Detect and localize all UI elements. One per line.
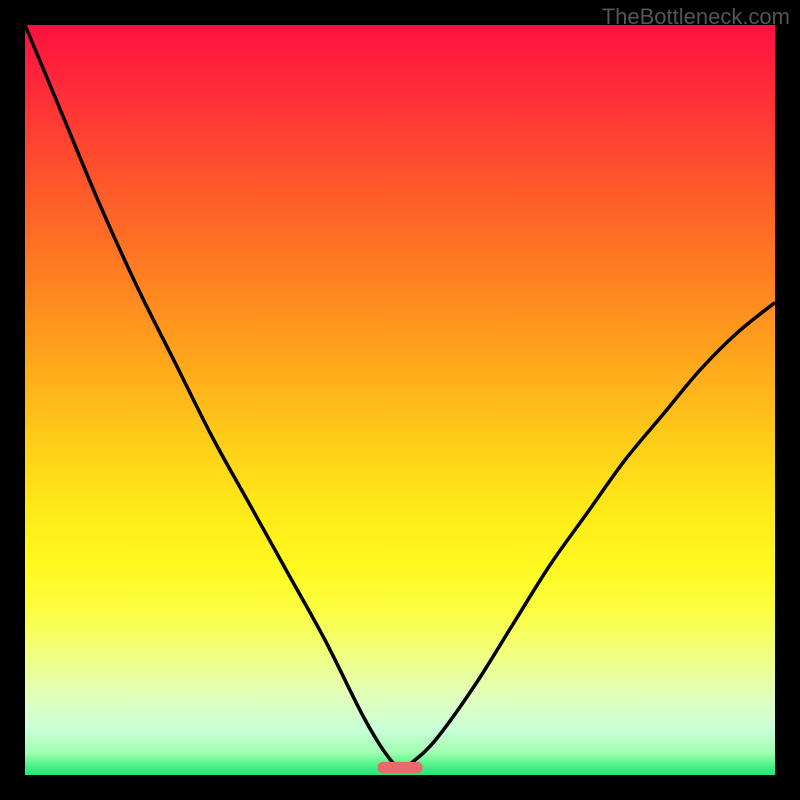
optimal-marker (378, 762, 423, 773)
chart-container: TheBottleneck.com (0, 0, 800, 800)
bottleneck-curve (25, 25, 775, 768)
chart-svg (25, 25, 775, 775)
plot-area (25, 25, 775, 775)
attribution-text: TheBottleneck.com (602, 4, 790, 30)
